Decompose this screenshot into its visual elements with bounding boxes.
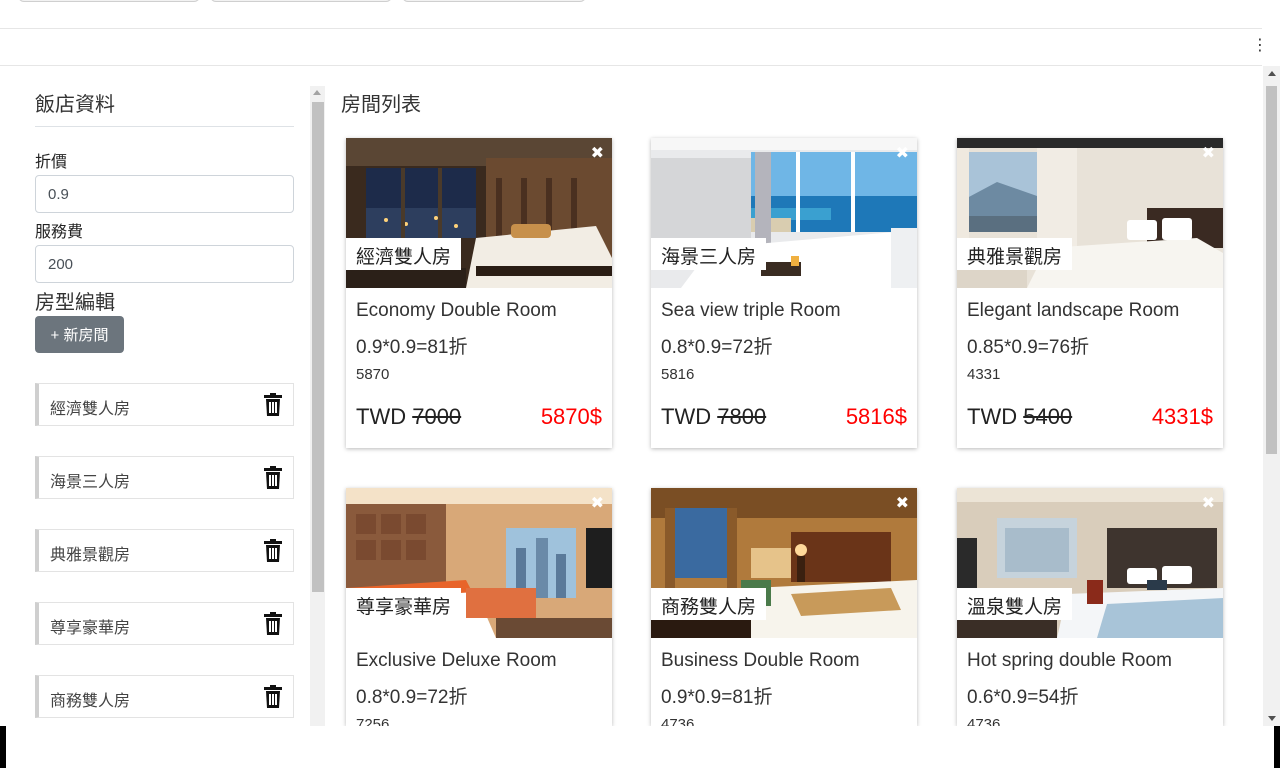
trash-icon[interactable]	[263, 612, 283, 636]
original-price: TWD 7000	[356, 404, 461, 430]
trash-icon[interactable]	[263, 393, 283, 417]
close-icon[interactable]: ✖	[1202, 496, 1215, 512]
discount-calc: 0.9*0.9=81折	[661, 687, 773, 708]
final-price: 5816$	[845, 404, 907, 429]
window-bottom-edge	[0, 726, 1280, 768]
discount-calc: 0.8*0.9=72折	[661, 337, 773, 358]
discount-label: 折價	[35, 154, 68, 171]
more-menu-icon[interactable]: ⋮	[1252, 38, 1268, 54]
room-list-title: 房間列表	[341, 94, 421, 116]
room-english-name: Hot spring double Room	[967, 650, 1172, 671]
strikethrough-price: 5400	[1023, 404, 1073, 429]
room-list-item[interactable]: 經濟雙人房	[35, 383, 294, 426]
browser-top: ⋮	[0, 0, 1280, 66]
room-item-label: 經濟雙人房	[50, 401, 131, 418]
room-card[interactable]: ✖ 尊享豪華房 Exclusive Deluxe Room 0.8*0.9=72…	[346, 488, 612, 726]
room-list-item[interactable]: 海景三人房	[35, 456, 294, 499]
final-price: 5870$	[540, 404, 602, 429]
room-tag: 尊享豪華房	[346, 588, 462, 620]
browser-tab[interactable]	[18, 0, 200, 2]
hotel-sidebar: 飯店資料 折價 服務費 房型編輯 + 新房間 經濟雙人房 海景三人房 典雅景觀房…	[35, 66, 294, 726]
hotel-data-title: 飯店資料	[35, 94, 115, 116]
currency-label: TWD	[967, 404, 1018, 429]
final-price: 4331$	[1151, 404, 1213, 429]
currency-label: TWD	[356, 404, 407, 429]
room-card[interactable]: ✖ 典雅景觀房 Elegant landscape Room 0.85*0.9=…	[957, 138, 1223, 448]
room-card[interactable]: ✖ 經濟雙人房 Economy Double Room 0.9*0.9=81折 …	[346, 138, 612, 448]
close-icon[interactable]: ✖	[591, 146, 604, 162]
discount-input[interactable]	[35, 175, 294, 213]
close-icon[interactable]: ✖	[591, 496, 604, 512]
discount-calc: 0.6*0.9=54折	[967, 687, 1079, 708]
room-card[interactable]: ✖ 海景三人房 Sea view triple Room 0.8*0.9=72折…	[651, 138, 917, 448]
room-english-name: Business Double Room	[661, 650, 860, 671]
strikethrough-price: 7000	[412, 404, 462, 429]
currency-label: TWD	[661, 404, 712, 429]
room-item-label: 尊享豪華房	[50, 620, 131, 637]
room-list-item[interactable]: 尊享豪華房	[35, 602, 294, 645]
close-icon[interactable]: ✖	[1202, 146, 1215, 162]
scroll-up-arrow-icon[interactable]	[1268, 71, 1276, 76]
divider	[35, 126, 294, 127]
room-price: 4736	[967, 716, 1001, 726]
room-card[interactable]: ✖ 溫泉雙人房 Hot spring double Room 0.6*0.9=5…	[957, 488, 1223, 726]
original-price: TWD 7800	[661, 404, 766, 430]
room-tag: 商務雙人房	[651, 588, 767, 620]
service-fee-input[interactable]	[35, 245, 294, 283]
room-price: 5870	[356, 366, 390, 383]
page-scrollbar-thumb[interactable]	[1266, 86, 1277, 454]
room-type-edit-title: 房型編輯	[35, 292, 115, 314]
close-icon[interactable]: ✖	[896, 146, 909, 162]
scroll-down-arrow-icon[interactable]	[1268, 716, 1276, 721]
room-english-name: Sea view triple Room	[661, 300, 841, 321]
discount-calc: 0.8*0.9=72折	[356, 687, 468, 708]
browser-toolbar	[0, 28, 1262, 66]
room-english-name: Exclusive Deluxe Room	[356, 650, 557, 671]
trash-icon[interactable]	[263, 466, 283, 490]
service-fee-label: 服務費	[35, 224, 84, 241]
room-tag: 海景三人房	[651, 238, 767, 270]
add-room-button[interactable]: + 新房間	[35, 316, 124, 353]
bottom-blank	[6, 726, 1274, 768]
trash-icon[interactable]	[263, 539, 283, 563]
room-price: 7256	[356, 716, 390, 726]
discount-calc: 0.9*0.9=81折	[356, 337, 468, 358]
room-price: 4736	[661, 716, 695, 726]
room-tag: 經濟雙人房	[346, 238, 462, 270]
discount-calc: 0.85*0.9=76折	[967, 337, 1090, 358]
close-icon[interactable]: ✖	[896, 496, 909, 512]
room-english-name: Elegant landscape Room	[967, 300, 1180, 321]
room-item-label: 商務雙人房	[50, 693, 131, 710]
room-list-item[interactable]: 典雅景觀房	[35, 529, 294, 572]
room-item-label: 典雅景觀房	[50, 547, 131, 564]
room-list-item[interactable]: 商務雙人房	[35, 675, 294, 718]
scroll-up-arrow-icon[interactable]	[313, 90, 321, 95]
room-item-label: 海景三人房	[50, 474, 131, 491]
room-price: 5816	[661, 366, 695, 383]
original-price: TWD 5400	[967, 404, 1072, 430]
strikethrough-price: 7800	[717, 404, 767, 429]
room-tag: 溫泉雙人房	[957, 588, 1073, 620]
room-tag: 典雅景觀房	[957, 238, 1073, 270]
room-english-name: Economy Double Room	[356, 300, 557, 321]
sidebar-scrollbar-thumb[interactable]	[312, 102, 324, 592]
room-price: 4331	[967, 366, 1001, 383]
trash-icon[interactable]	[263, 685, 283, 709]
browser-tab[interactable]	[402, 0, 586, 2]
browser-tab[interactable]	[210, 0, 392, 2]
room-card[interactable]: ✖ 商務雙人房 Business Double Room 0.9*0.9=81折…	[651, 488, 917, 726]
